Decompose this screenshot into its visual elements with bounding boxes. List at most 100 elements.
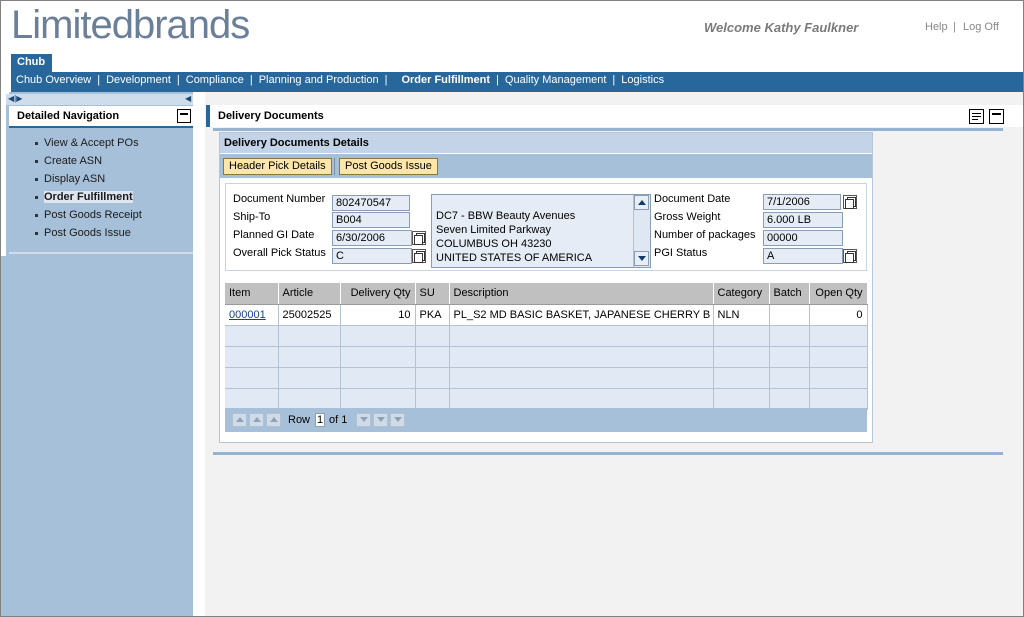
collapse-left-icon[interactable]: ◀: [185, 94, 191, 103]
overall-pick-status-field[interactable]: C: [332, 248, 412, 264]
empty-cell: [415, 325, 450, 347]
empty-cell: [713, 367, 770, 389]
empty-cell: [809, 367, 868, 389]
empty-cell: [769, 346, 810, 368]
empty-cell: [415, 346, 450, 368]
previous-row-icon[interactable]: [266, 413, 281, 427]
brand-logo: Limitedbrands: [11, 3, 250, 47]
row-total-label: of 1: [329, 414, 348, 426]
nav-item-chub-overview[interactable]: Chub Overview: [16, 74, 91, 86]
cell-item: 000001: [225, 304, 279, 326]
column-header-su[interactable]: SU: [415, 283, 450, 305]
address-line: COLUMBUS OH 43230: [436, 238, 552, 250]
scroll-up-icon[interactable]: [634, 195, 649, 210]
column-header-description[interactable]: Description: [449, 283, 714, 305]
empty-cell: [769, 367, 810, 389]
minimize-icon[interactable]: [989, 109, 1004, 124]
document-date-field[interactable]: 7/1/2006: [763, 194, 841, 210]
options-menu-icon[interactable]: [969, 109, 984, 124]
empty-cell: [809, 325, 868, 347]
column-header-delivery-qty[interactable]: Delivery Qty: [340, 283, 416, 305]
table-row[interactable]: 000001 25002525 10 PKA PL_S2 MD BASIC BA…: [225, 304, 868, 326]
left-nav-title: Detailed Navigation: [17, 110, 120, 122]
planned-gi-date-field[interactable]: 6/30/2006: [332, 230, 412, 246]
toolbar-separator: [334, 158, 335, 175]
empty-cell: [809, 346, 868, 368]
empty-cell: [415, 388, 450, 410]
number-of-packages-field[interactable]: 00000: [763, 230, 843, 246]
row-number-input[interactable]: 1: [315, 413, 325, 427]
nav-separator: |: [97, 74, 101, 86]
log-off-link[interactable]: Log Off: [963, 21, 999, 33]
scroll-down-icon[interactable]: [634, 251, 649, 266]
address-line: Seven Limited Parkway: [436, 224, 551, 236]
collapse-arrows-icon[interactable]: ◀|▶: [8, 94, 22, 103]
header-pick-details-button[interactable]: Header Pick Details: [223, 158, 332, 175]
empty-cell: [769, 388, 810, 410]
empty-cell: [415, 367, 450, 389]
left-nav-item-label: Display ASN: [44, 173, 106, 185]
empty-cell: [340, 388, 416, 410]
left-nav-item-view-accept-pos[interactable]: View & Accept POs: [35, 137, 142, 155]
nav-item-planning-production[interactable]: Planning and Production: [259, 74, 379, 86]
top-tab-chub[interactable]: Chub: [11, 54, 52, 72]
next-row-icon[interactable]: [356, 413, 371, 427]
nav-item-quality-management[interactable]: Quality Management: [505, 74, 607, 86]
main-bottom-divider: [213, 452, 1003, 455]
left-nav-item-post-goods-issue[interactable]: Post Goods Issue: [35, 227, 142, 245]
cell-description: PL_S2 MD BASIC BASKET, JAPANESE CHERRY B: [449, 304, 714, 326]
left-nav-item-create-asn[interactable]: Create ASN: [35, 155, 142, 173]
nav-item-order-fulfillment[interactable]: Order Fulfillment: [401, 74, 490, 86]
left-nav-item-label: View & Accept POs: [44, 137, 139, 149]
next-page-icon[interactable]: [373, 413, 388, 427]
first-page-icon[interactable]: [232, 413, 247, 427]
minimize-icon[interactable]: [177, 109, 191, 123]
page-title: Delivery Documents: [218, 110, 324, 122]
item-link[interactable]: 000001: [229, 309, 266, 321]
empty-cell: [278, 367, 341, 389]
gross-weight-field[interactable]: 6.000 LB: [763, 212, 843, 228]
tray-title: Delivery Documents Details: [224, 137, 369, 149]
calendar-icon[interactable]: [843, 195, 857, 209]
left-panel-toolbar: [6, 94, 193, 105]
help-link[interactable]: Help: [925, 21, 948, 33]
empty-cell: [278, 346, 341, 368]
main-header-divider: [213, 128, 1003, 131]
column-header-batch[interactable]: Batch: [769, 283, 810, 305]
pgi-status-field[interactable]: A: [763, 248, 843, 264]
ship-to-field[interactable]: B004: [332, 212, 410, 228]
nav-separator: |: [496, 74, 499, 86]
value-help-icon[interactable]: [843, 249, 857, 263]
column-header-article[interactable]: Article: [278, 283, 341, 305]
left-nav-list: View & Accept POs Create ASN Display ASN…: [35, 137, 142, 245]
left-nav-item-order-fulfillment[interactable]: Order Fulfillment: [35, 191, 142, 209]
cell-batch: [769, 304, 810, 326]
nav-item-development[interactable]: Development: [106, 74, 171, 86]
column-header-item[interactable]: Item: [225, 283, 279, 305]
column-header-category[interactable]: Category: [713, 283, 770, 305]
table-header-row: Item Article Delivery Qty SU Description…: [225, 283, 868, 305]
calendar-icon[interactable]: [412, 231, 426, 245]
last-page-icon[interactable]: [390, 413, 405, 427]
column-header-open-qty[interactable]: Open Qty: [809, 283, 868, 305]
value-help-icon[interactable]: [412, 249, 426, 263]
previous-page-icon[interactable]: [249, 413, 264, 427]
nav-separator: |: [384, 74, 388, 86]
nav-separator: |: [612, 74, 616, 86]
document-date-label: Document Date: [654, 193, 731, 205]
ship-to-label: Ship-To: [233, 211, 271, 223]
nav-item-compliance[interactable]: Compliance: [186, 74, 244, 86]
post-goods-issue-button[interactable]: Post Goods Issue: [339, 158, 438, 175]
empty-cell: [340, 367, 416, 389]
empty-cell: [769, 325, 810, 347]
cell-category: NLN: [713, 304, 770, 326]
empty-cell: [449, 346, 714, 368]
nav-item-logistics[interactable]: Logistics: [621, 74, 664, 86]
left-nav-item-display-asn[interactable]: Display ASN: [35, 173, 142, 191]
table-row-empty: [225, 325, 868, 347]
empty-cell: [225, 367, 279, 389]
ship-to-address: DC7 - BBW Beauty Avenues Seven Limited P…: [436, 209, 592, 265]
document-number-field[interactable]: 802470547: [332, 195, 410, 211]
left-nav-item-post-goods-receipt[interactable]: Post Goods Receipt: [35, 209, 142, 227]
left-nav-item-label: Create ASN: [44, 155, 103, 167]
